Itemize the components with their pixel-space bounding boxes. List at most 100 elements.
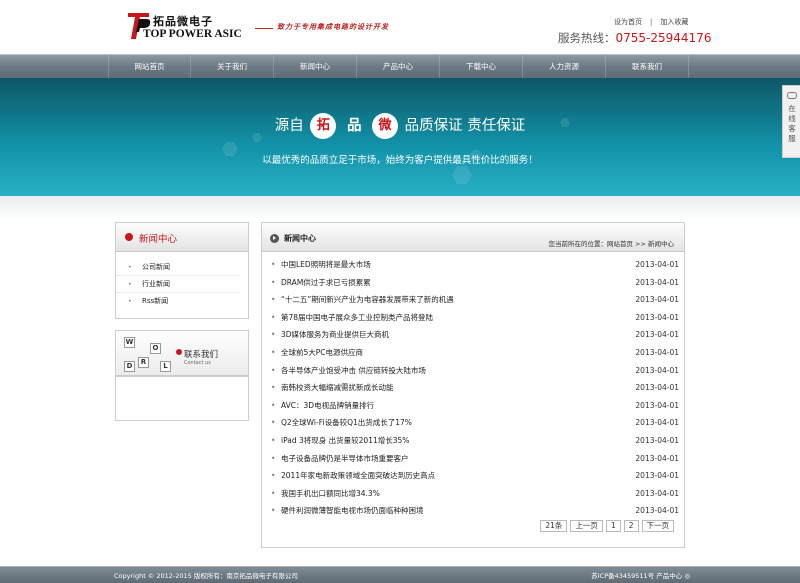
- bullet-icon: •: [271, 260, 276, 269]
- slogan: 致力于专用集成电路的设计开发: [277, 22, 389, 31]
- bullet-icon: •: [271, 400, 276, 410]
- news-row[interactable]: • AVC：3D电视品牌销量排行 2013-04-01: [271, 397, 679, 415]
- nav-item-home[interactable]: 网站首页: [108, 55, 191, 79]
- letter-tile: R: [138, 357, 149, 368]
- news-row[interactable]: • 第78届中国电子展众多工业控制类产品将登陆 2013-04-01: [271, 309, 679, 327]
- bullet-icon: •: [271, 277, 276, 287]
- news-row[interactable]: • DRAM供过于求已亏损累累 2013-04-01: [271, 274, 679, 292]
- pager-page-1[interactable]: 1: [605, 520, 621, 532]
- pager-prev-button[interactable]: 上一页: [570, 520, 603, 532]
- news-title[interactable]: 我国手机出口额同比增34.3%: [281, 485, 380, 503]
- logo[interactable]: 拓品微电子 TOP POWER ASIC: [127, 11, 242, 43]
- sidebar-item-company-news[interactable]: • 公司新闻: [116, 259, 240, 276]
- chat-bubble-icon: [787, 92, 797, 99]
- pager-page-2[interactable]: 2: [623, 520, 639, 532]
- nav-item-products[interactable]: 产品中心: [357, 55, 440, 79]
- news-title[interactable]: 全球前5大PC电源供应商: [281, 344, 363, 362]
- news-row[interactable]: • 2011年家电新政策领域全面突破达到历史高点 2013-04-01: [271, 467, 679, 485]
- hex-decoration: [452, 166, 472, 184]
- add-favorite-link[interactable]: 加入收藏: [660, 17, 688, 27]
- news-row[interactable]: • 中国LED照明将是最大市场 2013-04-01: [271, 256, 679, 274]
- nav-item-hr[interactable]: 人力资源: [523, 55, 606, 79]
- news-row[interactable]: • 3D媒体服务为商业提供巨大商机 2013-04-01: [271, 326, 679, 344]
- link-separator: |: [650, 18, 653, 26]
- breadcrumb: 您当前所在的位置：网站首页 >> 新闻中心: [548, 240, 674, 248]
- news-row[interactable]: • iPad 3将现身 出货量较2011增长35% 2013-04-01: [271, 432, 679, 450]
- news-date: 2013-04-01: [635, 383, 679, 393]
- banner-prefix: 源自: [274, 118, 304, 134]
- bullet-icon: •: [271, 330, 276, 340]
- letter-tile: D: [124, 361, 135, 372]
- news-title[interactable]: DRAM供过于求已亏损累累: [281, 274, 371, 292]
- banner-circle-1: 拓: [310, 113, 337, 139]
- sidebar: 新闻中心 • 公司新闻 • 行业新闻 • Rss新闻 W O R L D 联系我们 C…: [115, 222, 249, 421]
- bullet-icon: •: [271, 383, 276, 393]
- news-title[interactable]: 各半导体产业饱受冲击 供应链转投大陆市场: [281, 362, 426, 380]
- news-title[interactable]: “十二五”期间新兴产业为电容器发展带来了新的机遇: [281, 291, 454, 309]
- news-title[interactable]: 中国LED照明将是最大市场: [281, 256, 371, 274]
- letter-tile: O: [150, 343, 161, 354]
- news-title[interactable]: 电子设备品牌仍是半导体市场重要客户: [281, 450, 409, 468]
- news-date: 2013-04-01: [635, 418, 679, 428]
- news-title[interactable]: 硬件利润微薄智能电视市场仍面临种种困境: [281, 502, 424, 520]
- news-row[interactable]: • 各半导体产业饱受冲击 供应链转投大陆市场 2013-04-01: [271, 362, 679, 380]
- set-homepage-link[interactable]: 设为首页: [614, 17, 642, 27]
- news-row[interactable]: • 全球前5大PC电源供应商 2013-04-01: [271, 344, 679, 362]
- pagination: 21条 上一页 1 2 下一页: [540, 520, 674, 532]
- news-date: 2013-04-01: [635, 347, 679, 357]
- sidebar-item-rss-news[interactable]: • Rss新闻: [116, 293, 240, 310]
- letter-tile: W: [124, 337, 135, 348]
- news-row[interactable]: • “十二五”期间新兴产业为电容器发展带来了新的机遇 2013-04-01: [271, 291, 679, 309]
- news-row[interactable]: • Q2全球Wi-Fi设备较Q1出货成长了17% 2013-04-01: [271, 414, 679, 432]
- news-date: 2013-04-01: [635, 295, 679, 305]
- news-title[interactable]: AVC：3D电视品牌销量排行: [281, 397, 374, 415]
- footer-copyright: Copyright © 2012-2015 版权所有：南京拓品微电子有限公司: [114, 572, 298, 580]
- sidebar-header: 新闻中心: [116, 223, 248, 252]
- banner-title: 源自 拓 品 微 品质保证 责任保证: [0, 113, 800, 139]
- sidebar-title: 新闻中心: [139, 234, 178, 245]
- bullet-icon: •: [271, 435, 276, 445]
- sidebar-empty-box: [115, 376, 249, 421]
- pager-next-button[interactable]: 下一页: [641, 520, 674, 532]
- bullet-icon: •: [128, 281, 132, 288]
- news-row[interactable]: • 硬件利润微薄智能电视市场仍面临种种困境 2013-04-01: [271, 502, 679, 520]
- news-date: 2013-04-01: [635, 312, 679, 322]
- news-date: 2013-04-01: [635, 400, 679, 410]
- bullet-icon: •: [271, 506, 276, 516]
- banner: 源自 拓 品 微 品质保证 责任保证 以最优秀的品质立足于市场，始终为客户提供最…: [0, 78, 800, 196]
- contact-us-banner[interactable]: W O R L D 联系我们 Contact us: [115, 330, 249, 376]
- news-row[interactable]: • 电子设备品牌仍是半导体市场重要客户 2013-04-01: [271, 450, 679, 468]
- nav-item-about[interactable]: 关于我们: [191, 55, 274, 79]
- footer: Copyright © 2012-2015 版权所有：南京拓品微电子有限公司 苏…: [0, 566, 800, 583]
- bullet-icon: [125, 233, 133, 241]
- bullet-icon: •: [271, 488, 276, 498]
- news-title[interactable]: 第78届中国电子展众多工业控制类产品将登陆: [281, 309, 433, 327]
- news-row[interactable]: • 我国手机出口额同比增34.3% 2013-04-01: [271, 485, 679, 503]
- news-title[interactable]: 3D媒体服务为商业提供巨大商机: [281, 326, 389, 344]
- news-title[interactable]: iPad 3将现身 出货量较2011增长35%: [281, 432, 409, 450]
- nav-item-contact[interactable]: 联系我们: [606, 55, 689, 79]
- news-date: 2013-04-01: [635, 506, 679, 516]
- bullet-icon: •: [271, 365, 276, 375]
- online-service-tab[interactable]: 在线客服: [782, 85, 800, 158]
- news-panel-title: 新闻中心: [284, 234, 316, 243]
- banner-suffix: 品质保证 责任保证: [404, 118, 526, 134]
- news-title[interactable]: 南韩校资大幅缩减需扰新成长动能: [281, 379, 394, 397]
- news-panel: 新闻中心 您当前所在的位置：网站首页 >> 新闻中心 • 中国LED照明将是最大市…: [261, 222, 685, 548]
- news-date: 2013-04-01: [635, 488, 679, 498]
- arrow-icon: [176, 349, 182, 355]
- contact-label: 联系我们: [184, 350, 219, 360]
- news-row[interactable]: • 南韩校资大幅缩减需扰新成长动能 2013-04-01: [271, 379, 679, 397]
- sidebar-item-label: Rss新闻: [142, 297, 169, 305]
- bullet-icon: •: [128, 298, 132, 305]
- sidebar-item-label: 行业新闻: [142, 280, 170, 288]
- nav-item-downloads[interactable]: 下载中心: [440, 55, 523, 79]
- news-panel-header: 新闻中心 您当前所在的位置：网站首页 >> 新闻中心: [262, 223, 684, 252]
- bullet-icon: •: [271, 295, 276, 305]
- news-title[interactable]: 2011年家电新政策领域全面突破达到历史高点: [281, 467, 435, 485]
- nav-item-news[interactable]: 新闻中心: [274, 55, 357, 79]
- news-title[interactable]: Q2全球Wi-Fi设备较Q1出货成长了17%: [281, 414, 412, 432]
- sidebar-item-industry-news[interactable]: • 行业新闻: [116, 276, 240, 293]
- bullet-icon: •: [128, 264, 132, 271]
- news-date: 2013-04-01: [635, 330, 679, 340]
